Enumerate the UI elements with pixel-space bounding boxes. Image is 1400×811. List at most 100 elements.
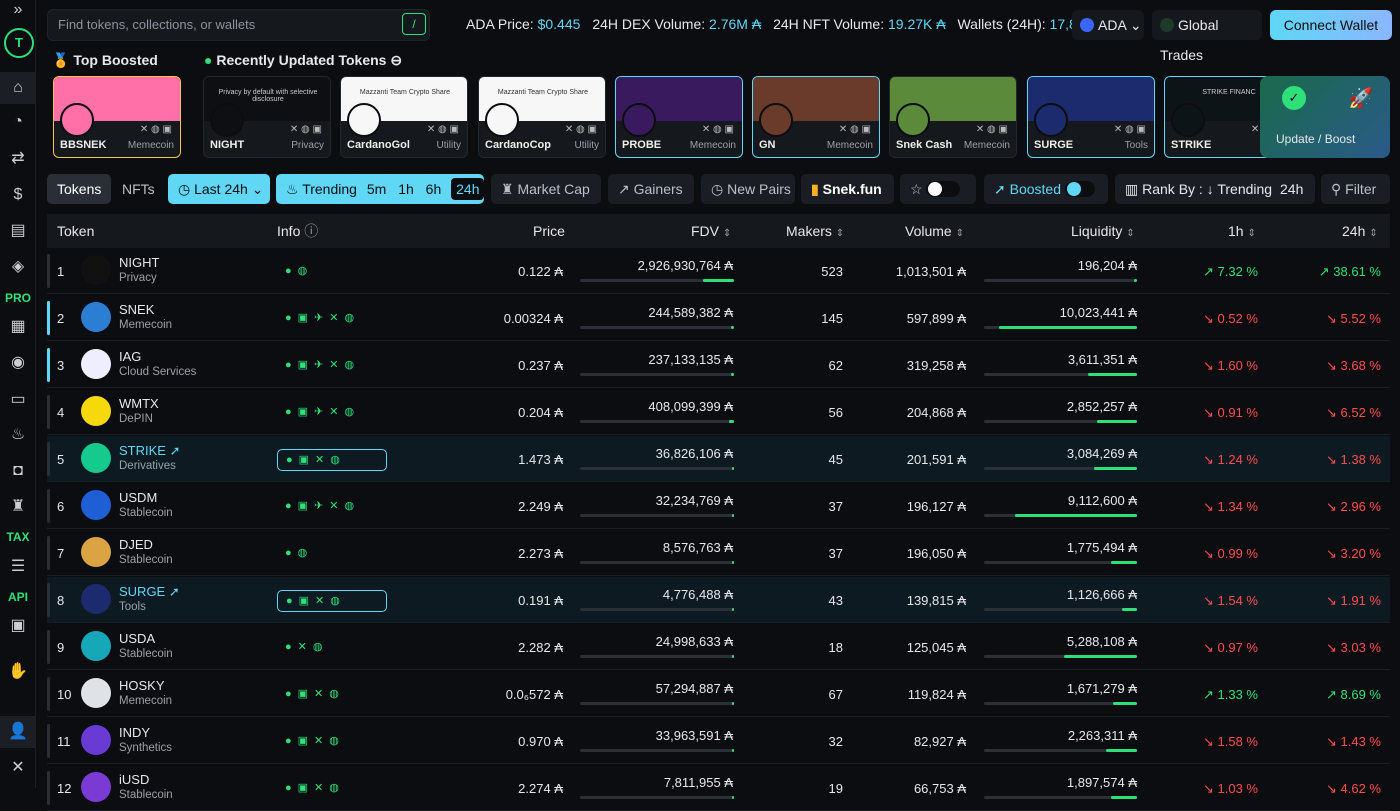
eye-icon[interactable]: ◉ <box>0 347 36 379</box>
token-links[interactable]: ●◍ <box>285 546 313 559</box>
pro-link[interactable]: PRO <box>0 282 36 314</box>
toggle-switch[interactable] <box>1064 181 1095 197</box>
token-card[interactable]: Privacy by default with selective disclo… <box>203 76 331 158</box>
table-row[interactable]: 10 HOSKY Memecoin ●▣✕◍ 0.0₆572 ₳ 57,294,887 ₳… <box>47 671 1390 717</box>
app-logo[interactable]: T <box>4 28 34 58</box>
col-volume[interactable]: Volume ⇕ <box>905 214 964 248</box>
token-links[interactable]: ●▣✕◍ <box>277 449 387 471</box>
table-row[interactable]: 4 WMTX DePIN ●▣✈✕◍ 0.204 ₳ 408,099,399 ₳ 56 204… <box>47 389 1390 435</box>
col-24h[interactable]: 24h ⇕ <box>1342 214 1378 248</box>
token-card[interactable]: ✕ ◍ ▣ BBSNEK Memecoin <box>53 76 181 158</box>
table-row[interactable]: 7 DJED Stablecoin ●◍ 2.273 ₳ 8,576,763 ₳ 37 196… <box>47 530 1390 576</box>
token-links[interactable]: ●▣✈✕◍ <box>285 358 360 371</box>
tax-link[interactable]: TAX <box>0 521 36 553</box>
token-name[interactable]: iUSD <box>119 772 149 787</box>
token-card[interactable]: ✕ ◍ ▣ SURGE Tools <box>1027 76 1155 158</box>
global-trades-button[interactable]: Global Trades <box>1152 10 1262 63</box>
table-row[interactable]: 5 STRIKE ➚ Derivatives ●▣✕◍ 1.473 ₳ 36,826,10… <box>47 436 1390 482</box>
table-row[interactable]: 9 USDA Stablecoin ●✕◍ 2.282 ₳ 24,998,633 ₳ 18 1… <box>47 624 1390 670</box>
period-6h[interactable]: 6h <box>426 181 442 197</box>
api-link[interactable]: API <box>0 581 36 613</box>
token-name[interactable]: INDY <box>119 725 150 740</box>
update-boost-card[interactable]: ✓ 🚀 Update / Boost <box>1260 76 1390 158</box>
period-1h[interactable]: 1h <box>398 181 414 197</box>
news-icon[interactable]: ▤ <box>0 215 36 247</box>
filter-button[interactable]: ⚲ Filter <box>1321 174 1390 204</box>
token-links[interactable]: ●✕◍ <box>285 640 328 653</box>
col-fdv[interactable]: FDV ⇕ <box>691 214 731 248</box>
token-name[interactable]: IAG <box>119 349 141 364</box>
boosted-toggle[interactable]: ➚ Boosted <box>984 174 1108 204</box>
col-makers[interactable]: Makers ⇕ <box>786 214 844 248</box>
period-24h[interactable]: 24h <box>451 178 485 200</box>
tab-nfts[interactable]: NFTs <box>112 174 165 204</box>
token-links[interactable]: ●▣✈✕◍ <box>285 311 360 324</box>
camera-icon[interactable]: ◘ <box>0 455 36 487</box>
tab-tokens[interactable]: Tokens <box>47 174 112 204</box>
x-social-icon[interactable]: ✕ <box>0 752 36 784</box>
token-card[interactable]: ✕ ◍ ▣ PROBE Memecoin <box>615 76 743 158</box>
document-icon[interactable]: ☰ <box>0 551 36 583</box>
market-cap-filter[interactable]: ♜ Market Cap <box>491 174 601 204</box>
token-name[interactable]: SURGE ➚ <box>119 584 180 600</box>
grid-icon[interactable]: ▦ <box>0 311 36 343</box>
col-token[interactable]: Token <box>57 214 94 248</box>
snekfun-filter[interactable]: ▮ Snek.fun <box>801 174 894 204</box>
connect-wallet-button[interactable]: Connect Wallet <box>1270 10 1392 40</box>
token-card[interactable]: ✕ ◍ ▣ GN Memecoin <box>752 76 880 158</box>
swap-icon[interactable]: ⇄ <box>0 143 36 175</box>
table-row[interactable]: 8 SURGE ➚ Tools ●▣✕◍ 0.191 ₳ 4,776,488 ₳ 43 139… <box>47 577 1390 623</box>
rank-by-select[interactable]: ▥ Rank By : ↓ Trending 24h <box>1115 174 1315 204</box>
table-row[interactable]: 1 NIGHT Privacy ●◍ 0.122 ₳ 2,926,930,764 ₳ 523… <box>47 248 1390 294</box>
rank-by-period: 24h <box>1280 181 1304 197</box>
col-info[interactable]: Info ⓘ <box>277 214 318 248</box>
token-links[interactable]: ●▣✕◍ <box>285 687 345 700</box>
trophy-icon[interactable]: ♜ <box>0 491 36 523</box>
table-row[interactable]: 6 USDM Stablecoin ●▣✈✕◍ 2.249 ₳ 32,234,769 ₳ 3… <box>47 483 1390 529</box>
token-name[interactable]: NIGHT <box>119 255 159 270</box>
new-pairs-filter[interactable]: ◷ New Pairs <box>701 174 795 204</box>
pie-chart-icon[interactable]: ◔ <box>0 106 36 138</box>
token-links[interactable]: ●◍ <box>285 264 313 277</box>
token-card[interactable]: Mazzanti Team Crypto Share ✕ ◍ ▣ CardanoCo… <box>478 76 606 158</box>
trending-filter[interactable]: ♨ Trending 5m 1h 6h 24h <box>276 174 485 204</box>
token-name[interactable]: HOSKY <box>119 678 165 693</box>
collapse-icon[interactable]: ⊖ <box>390 52 402 68</box>
token-name[interactable]: DJED <box>119 537 153 552</box>
table-row[interactable]: 12 iUSD Stablecoin ●▣✕◍ 2.274 ₳ 7,811,955 ₳ 19… <box>47 765 1390 811</box>
fire-icon[interactable]: ♨ <box>0 419 36 451</box>
token-name[interactable]: SNEK <box>119 302 154 317</box>
user-icon[interactable]: 👤 <box>0 716 36 748</box>
table-row[interactable]: 2 SNEK Memecoin ●▣✈✕◍ 0.00324 ₳ 244,589,382 ₳… <box>47 295 1390 341</box>
token-name[interactable]: WMTX <box>119 396 159 411</box>
expand-icon[interactable]: » <box>0 0 36 26</box>
token-card[interactable]: Mazzanti Team Crypto Share ✕ ◍ ▣ CardanoGo… <box>340 76 468 158</box>
dollar-icon[interactable]: $ <box>0 179 36 211</box>
col-1h[interactable]: 1h ⇕ <box>1228 214 1256 248</box>
period-5m[interactable]: 5m <box>367 181 386 197</box>
toggle-switch[interactable] <box>926 181 961 197</box>
wallet-icon[interactable]: ▭ <box>0 384 36 416</box>
watchlist-toggle[interactable]: ☆ <box>900 174 976 204</box>
token-name[interactable]: USDA <box>119 631 155 646</box>
handshake-icon[interactable]: ✋ <box>0 656 36 688</box>
col-liquidity[interactable]: Liquidity ⇕ <box>1071 214 1135 248</box>
token-name[interactable]: STRIKE ➚ <box>119 443 181 459</box>
table-row[interactable]: 3 IAG Cloud Services ●▣✈✕◍ 0.237 ₳ 237,133,13… <box>47 342 1390 388</box>
apps-icon[interactable]: ◈ <box>0 251 36 283</box>
token-links[interactable]: ●▣✕◍ <box>285 734 345 747</box>
token-links[interactable]: ●▣✈✕◍ <box>285 499 360 512</box>
col-price[interactable]: Price <box>533 214 565 248</box>
token-card[interactable]: ✕ ◍ ▣ Snek Cash Memecoin <box>889 76 1017 158</box>
token-name[interactable]: USDM <box>119 490 157 505</box>
search-input[interactable]: Find tokens, collections, or wallets <box>47 9 430 41</box>
row-rank: 6 <box>57 499 65 514</box>
chain-select[interactable]: ADA ⌄ <box>1072 10 1144 40</box>
time-range-select[interactable]: ◷ Last 24h ⌄ <box>168 174 270 204</box>
terminal-icon[interactable]: ▣ <box>0 610 36 642</box>
token-links[interactable]: ●▣✕◍ <box>277 590 387 612</box>
token-links[interactable]: ●▣✈✕◍ <box>285 405 360 418</box>
home-icon[interactable]: ⌂ <box>0 72 36 104</box>
gainers-filter[interactable]: ↗ Gainers <box>608 174 694 204</box>
table-row[interactable]: 11 INDY Synthetics ●▣✕◍ 0.970 ₳ 33,963,591 ₳ 3… <box>47 718 1390 764</box>
